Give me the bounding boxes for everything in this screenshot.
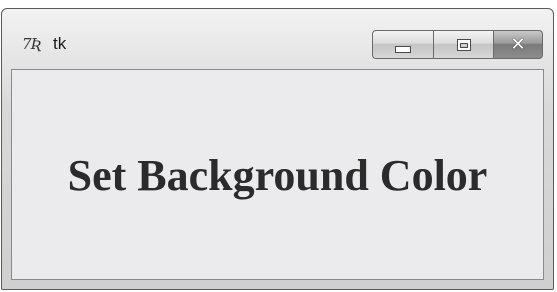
tk-feather-icon[interactable]: 7Ʀ xyxy=(22,35,48,53)
close-button[interactable]: ✕ xyxy=(494,30,543,59)
minimize-icon xyxy=(395,46,411,53)
heading-label: Set Background Color xyxy=(67,151,488,200)
maximize-icon xyxy=(456,38,471,51)
title-bar[interactable]: 7Ʀ tk ✕ xyxy=(2,9,553,69)
window-title: tk xyxy=(53,34,67,53)
maximize-button[interactable] xyxy=(433,30,494,59)
close-icon: ✕ xyxy=(510,33,526,55)
app-window: 7Ʀ tk ✕ Set Background Color xyxy=(1,8,554,290)
minimize-button[interactable] xyxy=(372,30,433,59)
client-area: Set Background Color xyxy=(11,69,544,280)
window-controls: ✕ xyxy=(372,30,543,59)
